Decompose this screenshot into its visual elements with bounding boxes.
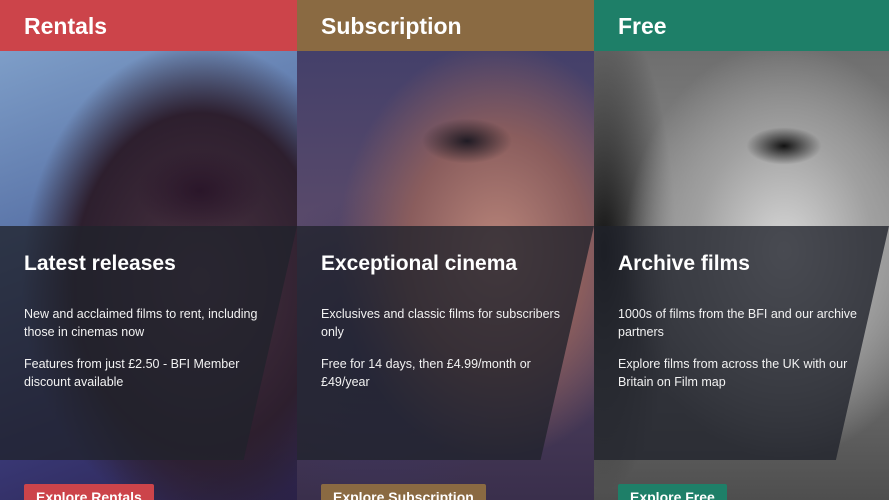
free-title: Archive films	[618, 252, 750, 275]
explore-rentals-button[interactable]: Explore Rentals	[24, 484, 154, 500]
free-info: Archive films 1000s of films from the BF…	[618, 250, 875, 405]
rentals-info: Latest releases New and acclaimed films …	[24, 250, 283, 405]
column-header-free[interactable]: Free	[594, 0, 889, 51]
subscription-description: Exclusives and classic films for subscri…	[321, 307, 560, 339]
rentals-title: Latest releases	[24, 252, 176, 275]
subscription-title: Exceptional cinema	[321, 252, 518, 275]
subscription-column[interactable]: Subscription Exceptional cinema Exclusiv…	[297, 0, 594, 500]
rentals-description: New and acclaimed films to rent, includi…	[24, 307, 258, 339]
column-header-rentals[interactable]: Rentals	[0, 0, 297, 51]
offer-columns: Rentals Latest releases New and acclaime…	[0, 0, 889, 500]
explore-free-button[interactable]: Explore Free	[618, 484, 727, 500]
rentals-column[interactable]: Rentals Latest releases New and acclaime…	[0, 0, 297, 500]
free-map-note: Explore films from across the UK with ou…	[618, 357, 848, 389]
free-description: 1000s of films from the BFI and our arch…	[618, 307, 857, 339]
subscription-info: Exceptional cinema Exclusives and classi…	[321, 250, 580, 405]
subscription-pricing: Free for 14 days, then £4.99/month or £4…	[321, 357, 531, 389]
rentals-pricing: Features from just £2.50 - BFI Member di…	[24, 357, 240, 389]
free-column[interactable]: Free Archive films 1000s of films from t…	[594, 0, 889, 500]
column-header-subscription[interactable]: Subscription	[297, 0, 594, 51]
explore-subscription-button[interactable]: Explore Subscription	[321, 484, 486, 500]
